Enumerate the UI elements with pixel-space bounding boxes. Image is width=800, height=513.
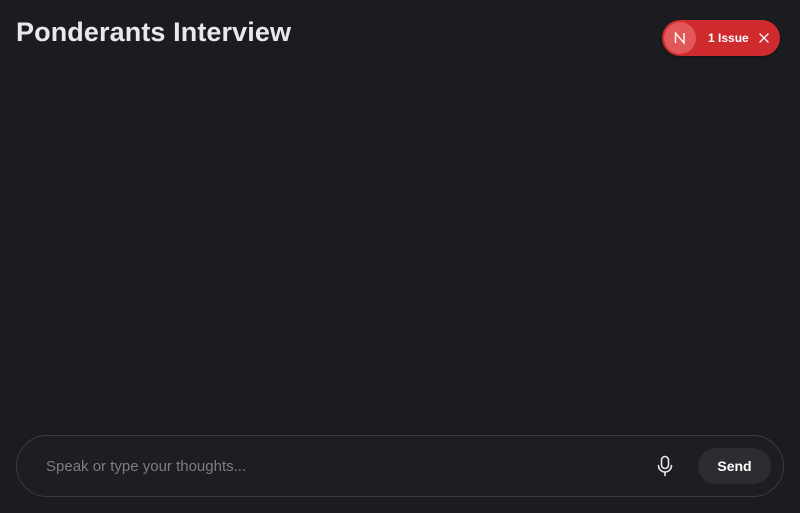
send-button[interactable]: Send xyxy=(698,448,771,484)
close-icon[interactable] xyxy=(757,31,771,45)
issues-badge-button[interactable]: 1 Issue xyxy=(662,20,780,56)
nextjs-logo-icon xyxy=(664,22,696,54)
interview-page: Ponderants Interview 1 Issue Send xyxy=(0,0,800,513)
thoughts-input[interactable] xyxy=(46,436,636,496)
message-composer: Send xyxy=(16,435,784,497)
issues-count-label: 1 Issue xyxy=(708,31,749,45)
page-title: Ponderants Interview xyxy=(16,17,292,47)
microphone-button[interactable] xyxy=(651,452,679,480)
microphone-icon xyxy=(657,455,673,477)
